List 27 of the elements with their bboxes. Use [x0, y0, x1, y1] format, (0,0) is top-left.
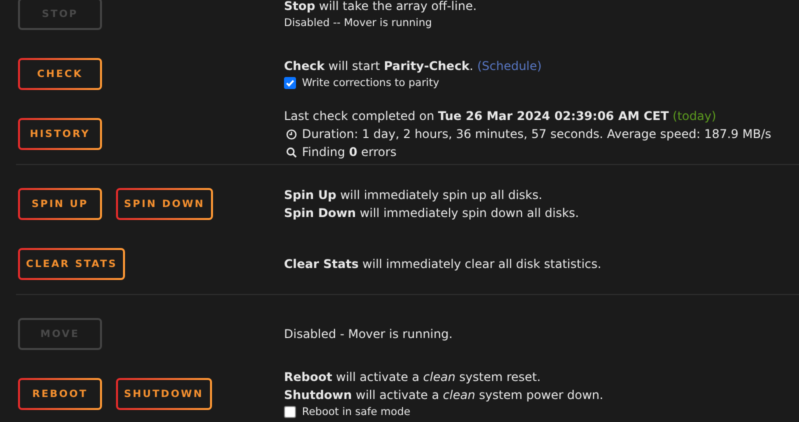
- status-text: Disabled -- Mover is running: [284, 17, 432, 29]
- description-text: Spin Down will immediately spin down all disks.: [284, 206, 579, 220]
- action-button[interactable]: CHECK: [18, 58, 102, 90]
- info-text: Finding 0 errors: [302, 144, 396, 161]
- info-text: Duration: 1 day, 2 hours, 36 minutes, 57 seconds. Average speed: 187.9 MB/s: [302, 126, 772, 143]
- description-text: Shutdown will activate a clean system power down.: [284, 388, 604, 402]
- description-text: Check will start Parity-Check.: [284, 59, 474, 73]
- description-text: Reboot will activate a clean system reset.: [284, 370, 541, 384]
- description-text: Stop will take the array off-line.: [284, 0, 477, 13]
- action-button[interactable]: REBOOT: [18, 378, 102, 410]
- checkbox[interactable]: [284, 77, 296, 89]
- checkbox[interactable]: [284, 406, 296, 418]
- action-button[interactable]: SPIN DOWN: [116, 188, 213, 220]
- action-button[interactable]: SPIN UP: [18, 188, 102, 220]
- action-button[interactable]: HISTORY: [18, 118, 102, 150]
- description-text: Disabled - Mover is running.: [284, 327, 453, 341]
- description-text: Clear Stats will immediately clear all disk statistics.: [284, 257, 602, 271]
- schedule-link[interactable]: (Schedule): [477, 59, 542, 73]
- clock-icon: [286, 128, 297, 140]
- description-text: Last check completed on Tue 26 Mar 2024 02:39:06 AM CET: [284, 109, 669, 123]
- checkbox-label: Reboot in safe mode: [302, 405, 410, 420]
- status-text: (today): [672, 109, 716, 123]
- action-button[interactable]: CLEAR STATS: [18, 248, 126, 280]
- description-text: Spin Up will immediately spin up all disks.: [284, 188, 542, 202]
- search-icon: [286, 146, 297, 158]
- action-button[interactable]: SHUTDOWN: [116, 378, 212, 410]
- checkbox-label: Write corrections to parity: [302, 76, 440, 91]
